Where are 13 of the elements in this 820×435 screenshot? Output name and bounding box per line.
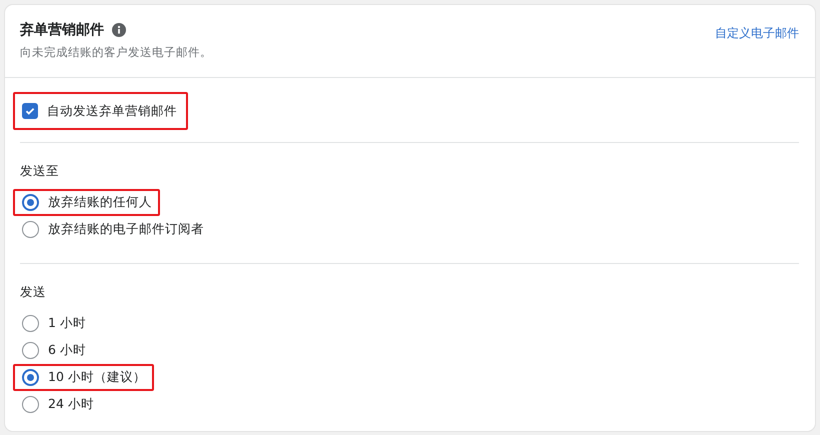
radio-option[interactable]: 1 小时 (13, 310, 94, 337)
section-title: 弃单营销邮件 (20, 21, 104, 39)
section-subtitle: 向未完成结账的客户发送电子邮件。 (20, 45, 212, 60)
radio-option[interactable]: 6 小时 (13, 337, 94, 364)
auto-send-checkbox[interactable]: 自动发送弃单营销邮件 (13, 92, 188, 130)
customize-email-link[interactable]: 自定义电子邮件 (715, 21, 799, 42)
group-label: 发送 (20, 284, 46, 301)
radio-option[interactable]: 放弃结账的任何人 (13, 189, 160, 216)
radio-option[interactable]: 24 小时 (13, 391, 102, 418)
group-label: 发送至 (20, 163, 59, 180)
info-icon[interactable] (112, 23, 126, 37)
radio-option[interactable]: 10 小时（建议） (13, 364, 154, 391)
radio-option[interactable]: 放弃结账的电子邮件订阅者 (13, 216, 212, 243)
